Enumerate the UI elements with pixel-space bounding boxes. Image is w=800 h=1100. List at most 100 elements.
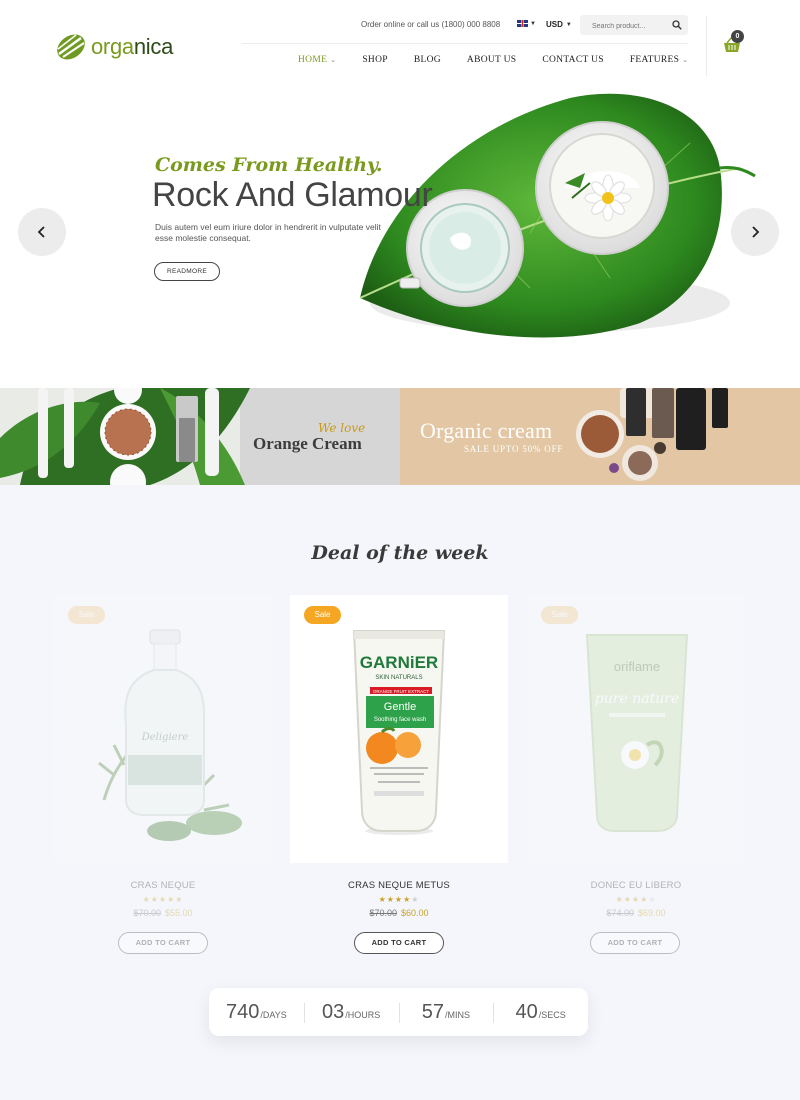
- chevron-down-icon: ⌄: [682, 56, 689, 64]
- add-to-cart-button[interactable]: ADD TO CART: [590, 932, 680, 954]
- leaf-logo-icon: [57, 34, 85, 60]
- sale-badge: Sale: [541, 606, 578, 624]
- caret-down-icon: ▼: [530, 20, 536, 27]
- add-to-cart-button[interactable]: ADD TO CART: [118, 932, 208, 954]
- countdown-label: /HOURS: [345, 1009, 381, 1020]
- currency-label: USD: [546, 20, 563, 29]
- old-price: $74.00: [606, 908, 634, 918]
- countdown-hours: 03/HOURS: [303, 1000, 399, 1024]
- rating-stars: ★★★★★: [290, 895, 508, 904]
- garnier-brand-text: GARNiER: [360, 653, 438, 672]
- nav-blog-label: BLOG: [413, 55, 441, 65]
- star-icon: ★★★★: [615, 895, 649, 904]
- oriflame-line-text: pure nature: [595, 691, 679, 707]
- add-to-cart-button[interactable]: ADD TO CART: [354, 932, 444, 954]
- nav-shop[interactable]: SHOP: [362, 55, 388, 65]
- promo-banners: We love Orange Cream Organic cream SALE …: [0, 388, 800, 485]
- rating-stars: ★★★★★: [527, 895, 745, 904]
- nav-blog[interactable]: BLOG: [414, 55, 441, 65]
- caret-down-icon: ▼: [565, 21, 572, 28]
- logo-text-part1: orga: [91, 34, 134, 59]
- search-box: [580, 15, 688, 37]
- product-name[interactable]: CRAS NEQUE METUS: [290, 880, 508, 891]
- header-divider: [706, 16, 707, 76]
- star-empty-icon: ★: [411, 895, 420, 904]
- currency-selector[interactable]: USD ▼: [546, 20, 572, 29]
- product-image-oriflame-tube: oriflame pure nature: [585, 634, 689, 832]
- countdown-label: /DAYS: [260, 1009, 287, 1020]
- section-heading: Deal of the week: [311, 542, 489, 564]
- banner-left-subtitle: We love: [318, 421, 366, 435]
- rating-stars: ★★★★★: [54, 895, 272, 904]
- countdown-timer: 740/DAYS 03/HOURS 57/MINS 40/SECS: [209, 988, 588, 1036]
- old-price: $70.00: [369, 908, 397, 918]
- banner-right-subtitle: SALE UPTO 50% OFF: [464, 444, 564, 454]
- garnier-product-text: Gentle: [384, 701, 416, 713]
- product-name[interactable]: CRAS NEQUE: [54, 880, 272, 891]
- garnier-product-sub-text: Soothing face wash: [374, 717, 426, 723]
- nav-home[interactable]: HOME ⌄: [298, 55, 336, 65]
- star-icon: ★★★★: [378, 895, 412, 904]
- nav-contact-label: CONTACT US: [542, 55, 604, 65]
- countdown-mins: 57/MINS: [398, 1000, 494, 1024]
- countdown-value: 57: [421, 1000, 444, 1023]
- slider-prev-button[interactable]: [18, 208, 66, 256]
- hero-slider: Comes From Healthy. Rock And Glamour Dui…: [0, 88, 800, 388]
- nav-contact-us[interactable]: CONTACT US: [542, 55, 603, 65]
- nav-shop-label: SHOP: [362, 55, 388, 65]
- sale-badge: Sale: [304, 606, 341, 624]
- language-selector[interactable]: ▼: [517, 20, 536, 27]
- countdown-value: 40: [515, 1000, 538, 1023]
- logo[interactable]: organica: [54, 30, 173, 64]
- banner-orange-cream[interactable]: We love Orange Cream: [0, 388, 400, 485]
- nav-about-label: ABOUT US: [466, 55, 517, 65]
- readmore-button[interactable]: READMORE: [154, 262, 220, 281]
- top-bar: Order online or call us (1800) 000 8808 …: [242, 14, 688, 44]
- uk-flag-icon: [517, 20, 528, 27]
- contact-text: Order online or call us (1800) 000 8808: [361, 20, 501, 29]
- logo-text-part2: nica: [133, 34, 174, 59]
- product-name[interactable]: DONEC EU LIBERO: [527, 880, 745, 891]
- deal-of-the-week-section: Deal of the week Deligiere Sale GARNiER …: [0, 485, 800, 1100]
- cart-count-badge: 0: [731, 30, 744, 43]
- oriflame-brand-text: oriflame: [614, 659, 660, 674]
- slider-next-button[interactable]: [731, 208, 779, 256]
- new-price: $69.00: [638, 908, 666, 918]
- star-empty-icon: ★: [648, 895, 657, 904]
- product-image-bottle: Deligiere: [98, 629, 242, 841]
- countdown-days: 740/DAYS: [209, 1001, 304, 1024]
- search-icon[interactable]: [672, 20, 682, 30]
- countdown-value: 740: [226, 1000, 260, 1023]
- nav-features[interactable]: FEATURES ⌄: [630, 55, 689, 65]
- bottle-label-text: Deligiere: [141, 732, 189, 743]
- banner-organic-cream[interactable]: Organic cream SALE UPTO 50% OFF: [400, 388, 800, 485]
- countdown-value: 03: [321, 1000, 345, 1023]
- chevron-left-icon: [37, 226, 45, 238]
- main-nav: HOME ⌄ SHOP BLOG ABOUT US CONTACT US FEAT…: [298, 55, 714, 65]
- product-card-cras-neque[interactable]: Deligiere Sale: [54, 595, 272, 863]
- banner-left-title: Orange Cream: [253, 434, 362, 453]
- garnier-ribbon-text: ORANGE FRUIT EXTRACT: [373, 689, 429, 694]
- old-price: $70.00: [133, 908, 161, 918]
- site-header: organica Order online or call us (1800) …: [0, 0, 800, 88]
- nav-about-us[interactable]: ABOUT US: [467, 55, 516, 65]
- product-price: $70.00 $60.00: [290, 908, 508, 918]
- product-price: $74.00 $69.00: [527, 908, 745, 918]
- countdown-label: /MINS: [444, 1009, 470, 1020]
- star-icon: ★★★★★: [142, 895, 184, 904]
- nav-home-label: HOME: [298, 55, 328, 65]
- hero-image: [359, 93, 756, 338]
- nav-features-label: FEATURES: [629, 55, 680, 65]
- search-input[interactable]: [580, 16, 666, 37]
- banner-right-title: Organic cream: [420, 418, 553, 443]
- countdown-label: /SECS: [538, 1009, 566, 1020]
- product-image-garnier-tube: GARNiER SKIN NATURALS ORANGE FRUIT EXTRA…: [352, 630, 446, 835]
- product-card-cras-neque-metus[interactable]: GARNiER SKIN NATURALS ORANGE FRUIT EXTRA…: [290, 595, 508, 863]
- sale-badge: Sale: [68, 606, 105, 624]
- product-card-donec-eu-libero[interactable]: oriflame pure nature Sale: [527, 595, 745, 863]
- chevron-down-icon: ⌄: [330, 56, 337, 64]
- product-price: $70.00 $55.00: [54, 908, 272, 918]
- chevron-right-icon: [752, 226, 760, 238]
- hero-title: Rock And Glamour: [152, 176, 433, 214]
- new-price: $60.00: [401, 908, 429, 918]
